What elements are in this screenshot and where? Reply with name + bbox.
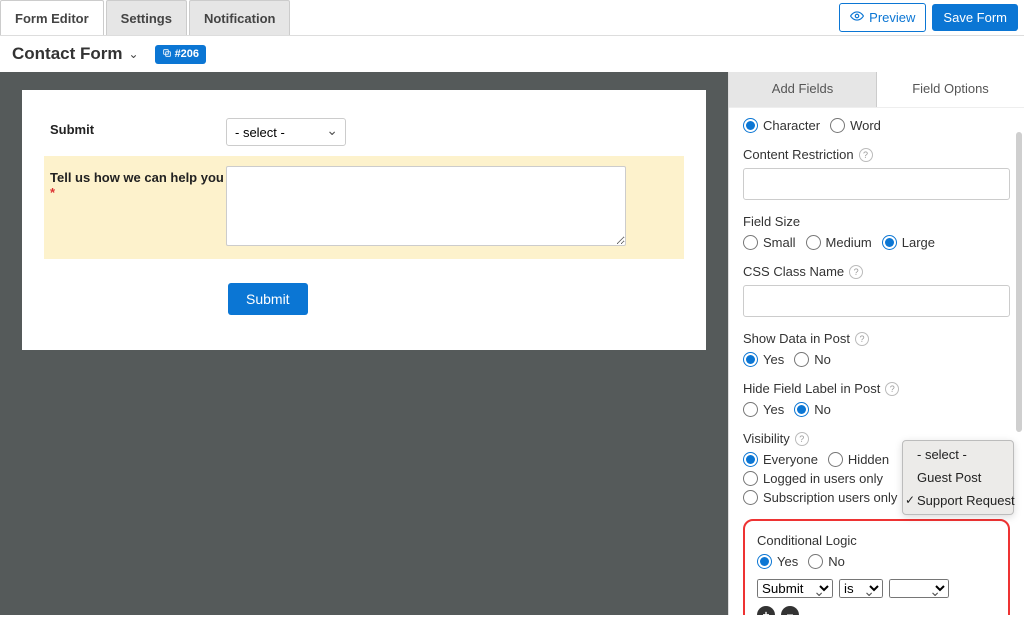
tab-settings[interactable]: Settings: [106, 0, 187, 35]
opt-content-restriction: Content Restriction?: [743, 147, 1010, 200]
field-label-submit: Submit: [50, 118, 226, 137]
radio-character-label: Character: [763, 118, 820, 133]
form-card: Submit - select - Tell us how we can hel…: [22, 90, 706, 350]
scrollbar[interactable]: [1016, 132, 1022, 432]
radio-small-label: Small: [763, 235, 796, 250]
tab-form-editor[interactable]: Form Editor: [0, 0, 104, 35]
cond-value-select[interactable]: [889, 579, 949, 598]
main-content: Submit - select - Tell us how we can hel…: [0, 72, 1024, 615]
help-icon[interactable]: ?: [795, 432, 809, 446]
right-panel: Add Fields Field Options Character Word …: [728, 72, 1024, 615]
top-toolbar: Form Editor Settings Notification Previe…: [0, 0, 1024, 36]
badge-text: #206: [175, 48, 199, 60]
hide-label-label: Hide Field Label in Post: [743, 381, 880, 396]
radio-character[interactable]: Character: [743, 118, 820, 133]
right-tabs: Add Fields Field Options: [729, 72, 1024, 108]
top-tabs: Form Editor Settings Notification: [0, 0, 292, 35]
preview-button[interactable]: Preview: [839, 3, 926, 32]
help-icon[interactable]: ?: [859, 148, 873, 162]
radio-hidelabel-yes[interactable]: Yes: [743, 402, 784, 417]
submit-row: Submit: [44, 259, 684, 315]
title-bar: Contact Form ⌄ #206: [0, 36, 1024, 72]
conditional-logic-box: Conditional Logic Yes No Submit is + − S…: [743, 519, 1010, 615]
radio-word[interactable]: Word: [830, 118, 881, 133]
radio-large-label: Large: [902, 235, 935, 250]
cond-operator-select[interactable]: is: [839, 579, 883, 598]
cond-field-select[interactable]: Submit: [757, 579, 833, 598]
form-canvas: Submit - select - Tell us how we can hel…: [0, 72, 728, 615]
help-icon[interactable]: ?: [855, 332, 869, 346]
popup-option-select[interactable]: - select -: [903, 443, 1013, 466]
field-label-help: Tell us how we can help you *: [50, 166, 226, 200]
popup-option-guest-post[interactable]: Guest Post: [903, 466, 1013, 489]
radio-hidelabel-yes-label: Yes: [763, 402, 784, 417]
radio-everyone-label: Everyone: [763, 452, 818, 467]
radio-hidelabel-no-label: No: [814, 402, 831, 417]
remove-rule-icon[interactable]: −: [781, 606, 799, 615]
content-restriction-input[interactable]: [743, 168, 1010, 200]
conditional-rule-row: Submit is: [757, 579, 996, 598]
form-submit-button[interactable]: Submit: [228, 283, 308, 315]
radio-word-label: Word: [850, 118, 881, 133]
radio-everyone[interactable]: Everyone: [743, 452, 818, 467]
radio-hidden[interactable]: Hidden: [828, 452, 889, 467]
field-help-text[interactable]: Tell us how we can help you *: [44, 156, 684, 259]
opt-show-data: Show Data in Post? Yes No: [743, 331, 1010, 367]
opt-css-class: CSS Class Name?: [743, 264, 1010, 317]
radio-showdata-yes-label: Yes: [763, 352, 784, 367]
help-icon[interactable]: ?: [885, 382, 899, 396]
radio-small[interactable]: Small: [743, 235, 796, 250]
chevron-down-icon[interactable]: ⌄: [129, 47, 139, 61]
cond-value-popup: - select - Guest Post Support Request: [902, 440, 1014, 515]
show-data-label: Show Data in Post: [743, 331, 850, 346]
visibility-label: Visibility: [743, 431, 790, 446]
save-form-button[interactable]: Save Form: [932, 4, 1018, 31]
tab-field-options[interactable]: Field Options: [877, 72, 1024, 107]
radio-cond-yes-label: Yes: [777, 554, 798, 569]
conditional-logic-label: Conditional Logic: [757, 533, 996, 548]
help-icon[interactable]: ?: [849, 265, 863, 279]
opt-hide-label: Hide Field Label in Post? Yes No: [743, 381, 1010, 417]
radio-hidden-label: Hidden: [848, 452, 889, 467]
field-size-label: Field Size: [743, 214, 1010, 229]
radio-showdata-no[interactable]: No: [794, 352, 831, 367]
tab-add-fields[interactable]: Add Fields: [729, 72, 877, 107]
preview-label: Preview: [869, 10, 915, 25]
radio-showdata-yes[interactable]: Yes: [743, 352, 784, 367]
radio-medium-label: Medium: [826, 235, 872, 250]
copy-icon: [162, 48, 172, 61]
css-class-input[interactable]: [743, 285, 1010, 317]
radio-subscription[interactable]: Subscription users only: [743, 490, 897, 505]
form-id-badge[interactable]: #206: [155, 45, 206, 64]
radio-loggedin[interactable]: Logged in users only: [743, 471, 883, 486]
radio-hidelabel-no[interactable]: No: [794, 402, 831, 417]
add-rule-icon[interactable]: +: [757, 606, 775, 615]
radio-cond-no-label: No: [828, 554, 845, 569]
opt-field-size: Field Size Small Medium Large: [743, 214, 1010, 250]
radio-loggedin-label: Logged in users only: [763, 471, 883, 486]
eye-icon: [850, 9, 864, 26]
radio-showdata-no-label: No: [814, 352, 831, 367]
tab-notification[interactable]: Notification: [189, 0, 291, 35]
css-class-label: CSS Class Name: [743, 264, 844, 279]
form-title: Contact Form: [12, 44, 123, 64]
required-marker: *: [50, 185, 55, 200]
radio-medium[interactable]: Medium: [806, 235, 872, 250]
opt-charword: Character Word: [743, 118, 1010, 133]
field-submit[interactable]: Submit - select -: [44, 108, 684, 156]
help-textarea[interactable]: [226, 166, 626, 246]
radio-subscription-label: Subscription users only: [763, 490, 897, 505]
popup-option-support-request[interactable]: Support Request: [903, 489, 1013, 512]
radio-cond-no[interactable]: No: [808, 554, 845, 569]
field-options-scroll[interactable]: Character Word Content Restriction? Fiel…: [729, 108, 1024, 615]
radio-large[interactable]: Large: [882, 235, 935, 250]
submit-select[interactable]: - select -: [226, 118, 346, 146]
radio-cond-yes[interactable]: Yes: [757, 554, 798, 569]
content-restriction-label: Content Restriction: [743, 147, 854, 162]
